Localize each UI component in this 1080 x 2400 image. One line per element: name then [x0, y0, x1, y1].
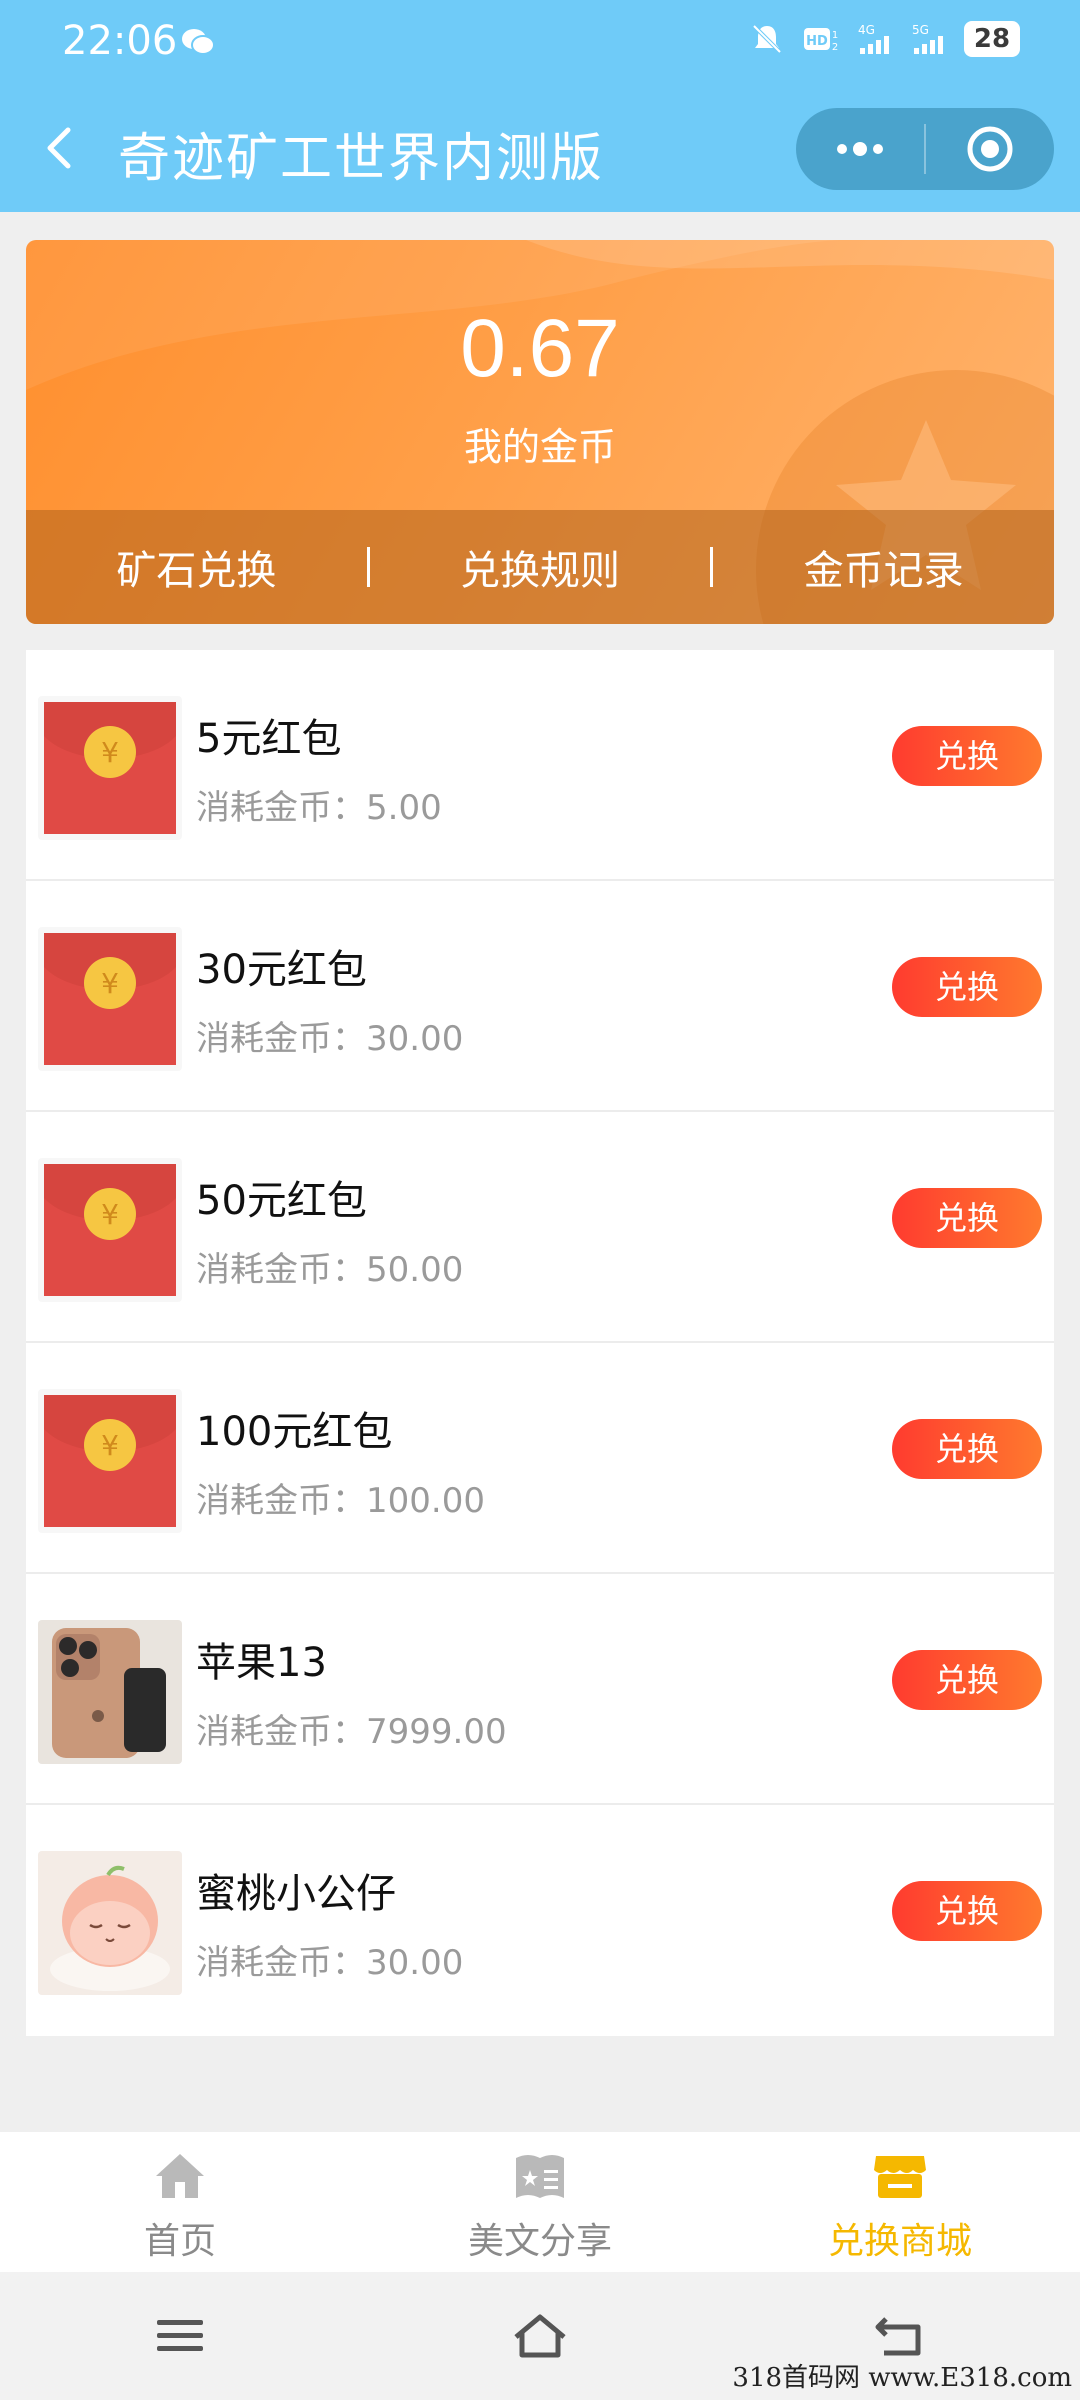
- nav-bar: 奇迹矿工世界内测版: [0, 86, 1080, 212]
- exchange-mall-page: 22:06 HD 1 2 4G 5G 28 奇迹矿工世界内测版 0.67 我的金…: [0, 0, 1080, 2400]
- svg-text:5G: 5G: [912, 23, 929, 37]
- mute-bell-icon: [752, 24, 782, 54]
- cost-value: 30.00: [366, 1019, 464, 1059]
- store-icon: [874, 2156, 926, 2198]
- list-item: 苹果13 消耗金币：7999.00 兑换: [26, 1574, 1054, 1805]
- svg-text:¥: ¥: [101, 1198, 119, 1231]
- redeem-button[interactable]: 兑换: [892, 957, 1042, 1017]
- svg-text:2: 2: [832, 42, 838, 53]
- product-cost: 消耗金币：7999.00: [196, 1704, 507, 1753]
- list-item: ¥ 100元红包 消耗金币：100.00 兑换: [26, 1343, 1054, 1574]
- svg-text:HD: HD: [806, 34, 828, 49]
- page-title: 奇迹矿工世界内测版: [118, 129, 605, 189]
- product-list: ¥ 5元红包 消耗金币：5.00 兑换 ¥ 30元红包 消耗金币：30.00 兑…: [26, 650, 1054, 2036]
- watermark: 318首码网 www.E318.com: [732, 2363, 1072, 2393]
- ore-exchange-button[interactable]: 矿石兑换: [26, 538, 367, 596]
- list-item: ¥ 50元红包 消耗金币：50.00 兑换: [26, 1112, 1054, 1343]
- cost-label: 消耗金币：: [196, 1250, 366, 1290]
- signal-4g-icon: 4G: [858, 23, 889, 54]
- cost-value: 50.00: [366, 1250, 464, 1290]
- redeem-button[interactable]: 兑换: [892, 726, 1042, 786]
- exchange-rules-button[interactable]: 兑换规则: [370, 538, 711, 596]
- battery-level: 28: [964, 21, 1020, 57]
- tab-label: 兑换商城: [827, 2221, 972, 2262]
- tab-article-share[interactable]: 美文分享: [360, 2132, 720, 2272]
- coin-balance-card: 0.67 我的金币 矿石兑换 兑换规则 金币记录: [26, 240, 1054, 624]
- peach-doll-image: [38, 1851, 182, 1995]
- redeem-button[interactable]: 兑换: [892, 1881, 1042, 1941]
- article-icon: [516, 2155, 564, 2198]
- svg-text:¥: ¥: [101, 1429, 119, 1462]
- list-item: ¥ 30元红包 消耗金币：30.00 兑换: [26, 881, 1054, 1112]
- close-miniprogram-button[interactable]: [926, 108, 1054, 190]
- back-arrow-icon: [875, 2317, 921, 2356]
- product-cost: 消耗金币：5.00: [196, 780, 442, 829]
- cost-value: 100.00: [366, 1481, 485, 1521]
- tab-label: 美文分享: [467, 2221, 612, 2262]
- cost-label: 消耗金币：: [196, 1481, 366, 1521]
- coin-balance-label: 我的金币: [463, 425, 616, 469]
- redeem-button[interactable]: 兑换: [892, 1650, 1042, 1710]
- hd-icon: HD 1 2: [804, 28, 838, 53]
- product-cost: 消耗金币：50.00: [196, 1242, 463, 1291]
- signal-5g-icon: 5G: [912, 23, 943, 54]
- cost-label: 消耗金币：: [196, 788, 366, 828]
- red-envelope-icon: ¥: [38, 1389, 182, 1533]
- redeem-button[interactable]: 兑换: [892, 1419, 1042, 1479]
- cost-label: 消耗金币：: [196, 1712, 366, 1752]
- product-name: 100元红包: [196, 1409, 393, 1455]
- product-name: 苹果13: [196, 1640, 327, 1686]
- cost-label: 消耗金币：: [196, 1943, 366, 1983]
- coin-balance-value: 0.67: [460, 303, 620, 394]
- product-cost: 消耗金币：30.00: [196, 1935, 463, 1984]
- home-icon: [156, 2154, 204, 2198]
- cost-value: 7999.00: [366, 1712, 507, 1752]
- home-outline-icon: [514, 2314, 566, 2358]
- red-envelope-icon: ¥: [38, 927, 182, 1071]
- wechat-icon: [182, 29, 215, 55]
- product-cost: 消耗金币：100.00: [196, 1473, 485, 1522]
- product-cost: 消耗金币：30.00: [196, 1011, 463, 1060]
- coin-actions-bar: 矿石兑换 兑换规则 金币记录: [26, 510, 1054, 624]
- coin-records-button[interactable]: 金币记录: [713, 538, 1054, 596]
- tab-label: 首页: [143, 2221, 216, 2262]
- more-dots-icon: [837, 142, 883, 156]
- menu-button[interactable]: [120, 2296, 240, 2376]
- status-icons: HD 1 2 4G 5G 28: [748, 20, 1020, 58]
- more-button[interactable]: [796, 108, 924, 190]
- tab-home[interactable]: 首页: [0, 2132, 360, 2272]
- cost-value: 30.00: [366, 1943, 464, 1983]
- redeem-button[interactable]: 兑换: [892, 1188, 1042, 1248]
- chevron-left-icon[interactable]: [36, 116, 80, 180]
- list-item: 蜜桃小公仔 消耗金币：30.00 兑换: [26, 1805, 1054, 2036]
- cost-value: 5.00: [366, 788, 442, 828]
- menu-icon: [157, 2320, 203, 2351]
- status-bar: 22:06 HD 1 2 4G 5G 28: [0, 0, 1080, 86]
- bottom-tab-bar: 首页 美文分享 兑换商城: [0, 2132, 1080, 2272]
- miniprogram-capsule: [796, 108, 1054, 190]
- red-envelope-icon: ¥: [38, 1158, 182, 1302]
- home-nav-button[interactable]: [480, 2296, 600, 2376]
- product-name: 30元红包: [196, 947, 367, 993]
- red-envelope-icon: ¥: [38, 696, 182, 840]
- svg-text:4G: 4G: [858, 23, 875, 37]
- svg-text:¥: ¥: [101, 736, 119, 769]
- product-name: 蜜桃小公仔: [196, 1871, 396, 1917]
- target-circle-icon: [967, 126, 1013, 172]
- status-time: 22:06: [62, 18, 178, 64]
- phone-image: [38, 1620, 182, 1764]
- cost-label: 消耗金币：: [196, 1019, 366, 1059]
- tab-exchange-mall[interactable]: 兑换商城: [720, 2132, 1080, 2272]
- product-name: 5元红包: [196, 716, 342, 762]
- list-item: ¥ 5元红包 消耗金币：5.00 兑换: [26, 650, 1054, 881]
- svg-text:¥: ¥: [101, 967, 119, 1000]
- product-name: 50元红包: [196, 1178, 367, 1224]
- svg-text:1: 1: [832, 30, 838, 41]
